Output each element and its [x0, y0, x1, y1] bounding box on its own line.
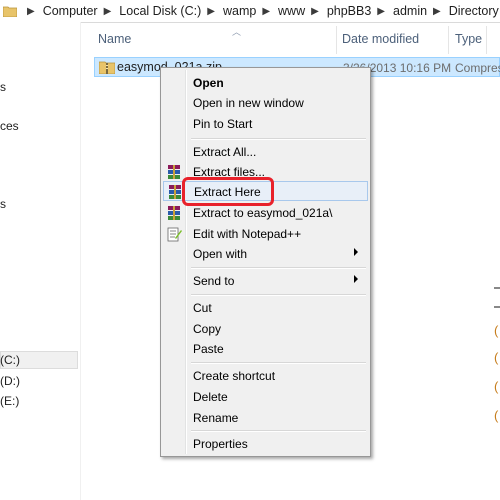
breadcrumb-sep[interactable]: ▶ [21, 0, 43, 22]
menu-separator [191, 294, 366, 296]
menu-item-delete[interactable]: Delete [163, 387, 368, 407]
menu-item-edit-notepad[interactable]: Edit with Notepad++ [163, 224, 368, 244]
winrar-icon [169, 185, 181, 199]
context-menu[interactable]: Open Open in new window Pin to Start Ext… [160, 67, 371, 457]
submenu-arrow-icon [354, 248, 358, 256]
winrar-icon [168, 206, 180, 220]
file-type: Compres [455, 61, 500, 75]
nav-drive-e-label[interactable]: (E:) [0, 394, 19, 408]
clipped-content-fragment: ( [494, 408, 499, 423]
menu-separator [191, 138, 366, 140]
nav-item-fragment[interactable]: ces [0, 119, 19, 133]
menu-item-send-to[interactable]: Send to [163, 271, 368, 291]
nav-drive-c-label[interactable]: (C:) [0, 353, 20, 367]
breadcrumb-item-admin[interactable]: admin ▶ [393, 0, 449, 22]
menu-item-cut[interactable]: Cut [163, 298, 368, 318]
column-divider[interactable] [336, 26, 337, 54]
chevron-right-icon[interactable]: ▶ [311, 6, 319, 17]
column-header-date-modified[interactable]: Date modified [342, 32, 419, 46]
menu-item-open-new-window[interactable]: Open in new window [163, 93, 368, 113]
nav-item-fragment[interactable]: s [0, 80, 6, 94]
clipped-content-fragment [494, 306, 500, 308]
menu-separator [191, 362, 366, 364]
breadcrumb-item-wamp[interactable]: wamp ▶ [223, 0, 278, 22]
column-header-type[interactable]: Type [455, 32, 482, 46]
menu-item-pin-to-start[interactable]: Pin to Start [163, 114, 368, 134]
navigation-pane[interactable]: s ces s (C:) (D:) (E:) [0, 22, 81, 500]
nav-drive-d-label[interactable]: (D:) [0, 374, 20, 388]
column-header-name[interactable]: Name [98, 32, 131, 46]
menu-item-extract-to[interactable]: Extract to easymod_021a\ [163, 203, 368, 223]
menu-separator [191, 267, 366, 269]
clipped-content-fragment: ( [494, 350, 499, 365]
menu-item-properties[interactable]: Properties [163, 434, 368, 454]
address-bar[interactable]: ▶ Computer ▶ Local Disk (C:) ▶ wamp ▶ www ▶ … [0, 0, 500, 23]
menu-item-rename[interactable]: Rename [163, 408, 368, 428]
menu-item-open-with[interactable]: Open with [163, 244, 368, 264]
highlight-box [182, 177, 274, 206]
column-divider[interactable] [486, 26, 487, 54]
menu-item-extract-all[interactable]: Extract All... [163, 142, 368, 162]
menu-item-create-shortcut[interactable]: Create shortcut [163, 366, 368, 386]
breadcrumb-item-computer[interactable]: Computer ▶ [43, 0, 120, 22]
breadcrumb-item-local-disk[interactable]: Local Disk (C:) ▶ [119, 0, 223, 22]
menu-item-paste[interactable]: Paste [163, 339, 368, 359]
menu-item-open[interactable]: Open [163, 73, 368, 93]
winrar-icon [168, 165, 180, 179]
chevron-right-icon[interactable]: ▶ [104, 6, 112, 17]
chevron-right-icon[interactable]: ▶ [262, 6, 270, 17]
clipped-content-fragment [494, 287, 500, 289]
submenu-arrow-icon [354, 275, 358, 283]
breadcrumb-item-directory[interactable]: Directory [449, 0, 499, 22]
breadcrumb-item-phpbb3[interactable]: phpBB3 ▶ [327, 0, 393, 22]
chevron-right-icon[interactable]: ▶ [377, 6, 385, 17]
chevron-right-icon[interactable]: ▶ [433, 6, 441, 17]
clipped-content-fragment: ( [494, 379, 499, 394]
folder-icon [3, 6, 17, 17]
chevron-right-icon: ▶ [27, 5, 35, 17]
breadcrumb-item-www[interactable]: www ▶ [278, 0, 327, 22]
menu-separator [191, 430, 366, 432]
nav-item-fragment[interactable]: s [0, 197, 6, 211]
column-divider[interactable] [448, 26, 449, 54]
menu-item-copy[interactable]: Copy [163, 319, 368, 339]
chevron-right-icon[interactable]: ▶ [207, 6, 215, 17]
zip-folder-icon [99, 61, 115, 74]
sort-up-icon: ︿ [232, 27, 242, 37]
clipped-content-fragment: ( [494, 323, 499, 338]
notepad-plus-plus-icon [167, 227, 182, 242]
